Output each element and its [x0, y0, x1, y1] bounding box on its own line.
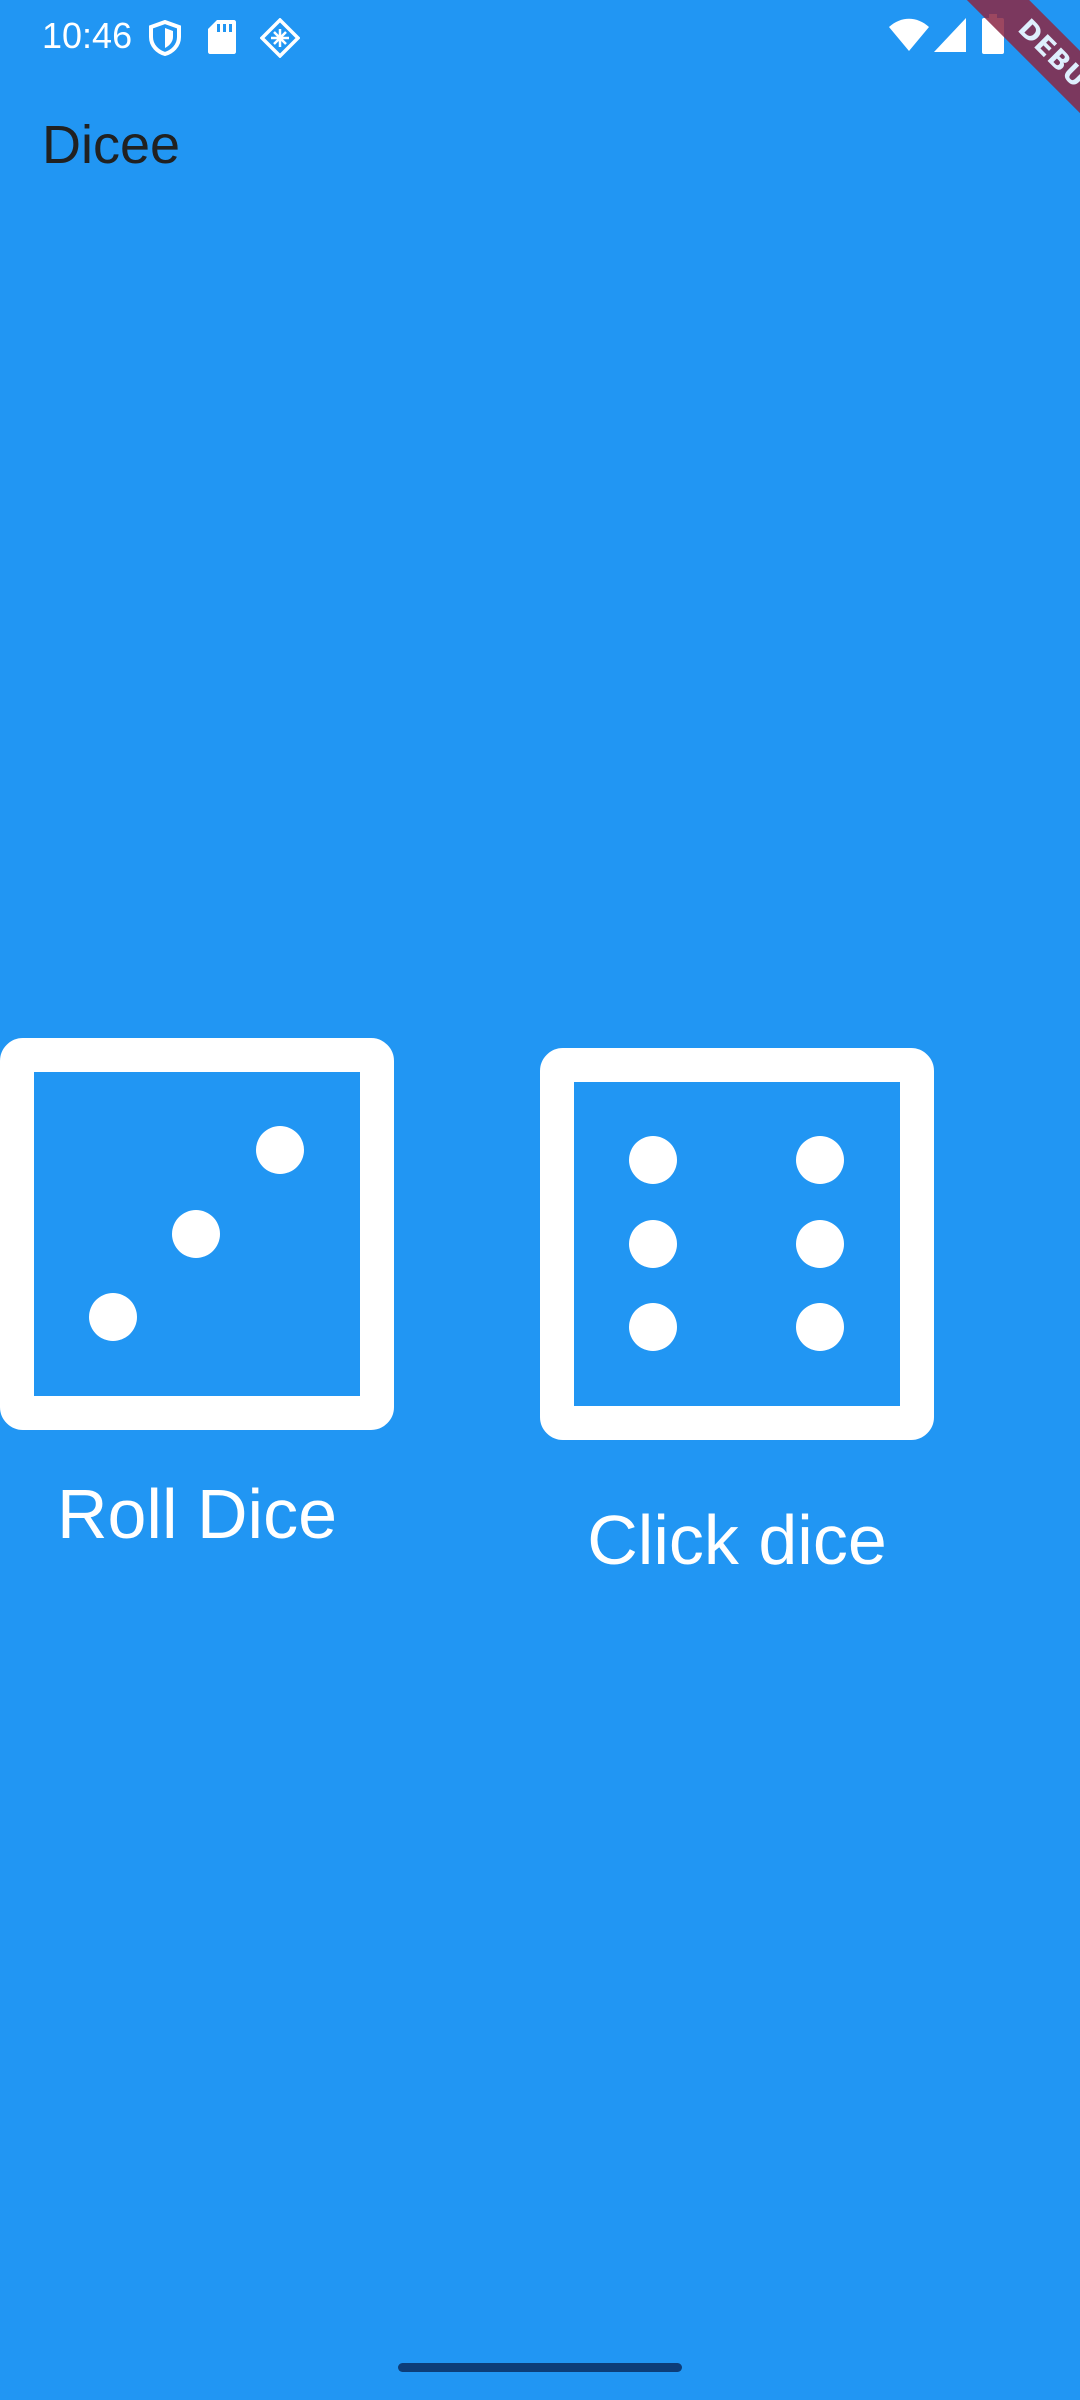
- app-title: Dicee: [42, 115, 181, 175]
- status-time: 10:46: [42, 15, 133, 56]
- dice-three-icon[interactable]: [0, 1038, 394, 1430]
- dice-six-icon[interactable]: [540, 1048, 934, 1440]
- dice-pip: [796, 1220, 844, 1268]
- sd-card-icon: [208, 20, 236, 54]
- dice-pip: [629, 1220, 677, 1268]
- dice-pip: [89, 1293, 137, 1341]
- debug-banner-label: DEBUG: [959, 0, 1080, 163]
- home-indicator[interactable]: [398, 2363, 682, 2372]
- dice-pip: [172, 1210, 220, 1258]
- click-dice-label: Click dice: [587, 1501, 887, 1579]
- roll-dice-label: Roll Dice: [56, 1475, 338, 1553]
- dice-pip: [629, 1303, 677, 1351]
- dice-pip: [629, 1136, 677, 1184]
- shield-icon: [149, 20, 181, 56]
- dice-pip: [796, 1303, 844, 1351]
- network-diamond-icon: [260, 18, 300, 58]
- dice-pip: [796, 1136, 844, 1184]
- debug-banner: DEBUG: [900, 0, 1080, 180]
- dice-pip: [256, 1126, 304, 1174]
